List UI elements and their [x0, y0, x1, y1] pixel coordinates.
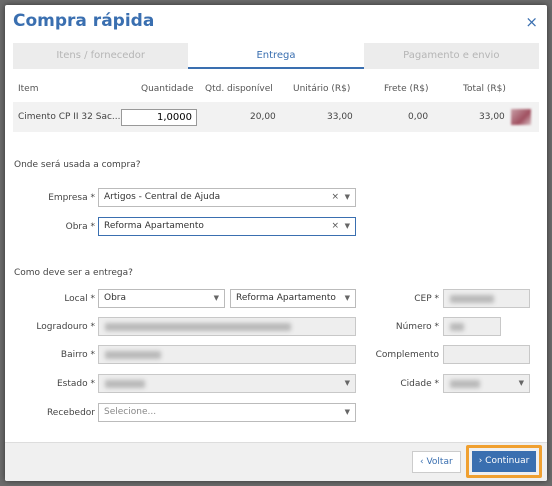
back-button-label: Voltar	[426, 457, 453, 467]
usage-question: Onde será usada a compra?	[14, 160, 141, 170]
redacted-value	[450, 323, 464, 331]
empresa-label: Empresa *	[48, 193, 95, 203]
dialog-title: Compra rápida	[13, 11, 155, 31]
complemento-field	[443, 345, 530, 364]
quick-purchase-dialog: Compra rápida × Itens / fornecedor Entre…	[5, 5, 547, 481]
col-item: Item	[18, 84, 39, 94]
clear-icon[interactable]: ×	[331, 218, 339, 235]
local-value: Obra	[104, 293, 127, 303]
local-select[interactable]: Obra ▼	[98, 289, 225, 308]
local-obra-value: Reforma Apartamento	[236, 293, 336, 303]
continue-button-label: Continuar	[485, 456, 530, 466]
numero-label: Número *	[395, 322, 439, 332]
back-button[interactable]: ‹ Voltar	[412, 451, 461, 473]
cep-label: CEP *	[414, 294, 439, 304]
row-unit-price: 33,00	[327, 112, 353, 122]
col-quantidade: Quantidade	[141, 84, 194, 94]
col-disponivel: Qtd. disponível	[205, 84, 273, 94]
obra-value: Reforma Apartamento	[104, 221, 204, 231]
empresa-select[interactable]: Artigos - Central de Ajuda × ▼	[98, 188, 356, 207]
recebedor-select[interactable]: Selecione... ▼	[98, 403, 356, 422]
redacted-value	[450, 380, 480, 388]
recebedor-placeholder: Selecione...	[104, 407, 157, 417]
tab-items-supplier[interactable]: Itens / fornecedor	[13, 43, 189, 69]
numero-field	[443, 317, 501, 336]
tab-bar: Itens / fornecedor Entrega Pagamento e e…	[13, 43, 539, 69]
product-thumbnail	[511, 109, 531, 125]
quantity-input[interactable]	[121, 109, 197, 126]
chevron-down-icon[interactable]: ▼	[345, 189, 350, 206]
local-obra-select[interactable]: Reforma Apartamento ▼	[230, 289, 356, 308]
tab-payment-shipping[interactable]: Pagamento e envio	[363, 43, 539, 69]
row-item-name: Cimento CP II 32 Sac...	[18, 112, 121, 122]
chevron-down-icon[interactable]: ▼	[345, 218, 350, 235]
continue-button[interactable]: › Continuar	[472, 451, 536, 472]
cidade-select: ▼	[443, 374, 530, 393]
empresa-value: Artigos - Central de Ajuda	[104, 192, 221, 202]
local-label: Local *	[64, 294, 95, 304]
row-freight: 0,00	[408, 112, 429, 122]
continue-button-highlight: › Continuar	[466, 445, 542, 478]
row-total: 33,00	[479, 112, 505, 122]
clear-icon[interactable]: ×	[331, 189, 339, 206]
chevron-down-icon: ▼	[344, 379, 350, 387]
cep-field	[443, 289, 530, 308]
dialog-footer: ‹ Voltar › Continuar	[5, 442, 547, 481]
chevron-down-icon[interactable]: ▼	[345, 290, 350, 307]
bairro-label: Bairro *	[60, 350, 95, 360]
obra-select[interactable]: Reforma Apartamento × ▼	[98, 217, 356, 236]
estado-label: Estado *	[57, 379, 95, 389]
complemento-label: Complemento	[375, 350, 439, 360]
recebedor-label: Recebedor	[46, 408, 95, 418]
chevron-down-icon[interactable]: ▼	[214, 290, 219, 307]
cidade-label: Cidade *	[400, 379, 439, 389]
bairro-field	[98, 345, 356, 364]
row-available: 20,00	[250, 112, 276, 122]
col-unitario: Unitário (R$)	[293, 84, 351, 94]
estado-select: ▼	[98, 374, 356, 393]
redacted-value	[105, 351, 161, 359]
delivery-question: Como deve ser a entrega?	[14, 268, 133, 278]
tab-delivery[interactable]: Entrega	[188, 43, 364, 69]
col-total: Total (R$)	[463, 84, 506, 94]
obra-label: Obra *	[65, 222, 95, 232]
redacted-value	[105, 323, 291, 331]
chevron-down-icon[interactable]: ▼	[345, 404, 350, 421]
redacted-value	[450, 295, 494, 303]
logradouro-label: Logradouro *	[36, 322, 95, 332]
logradouro-field	[98, 317, 356, 336]
close-icon[interactable]: ×	[525, 13, 538, 31]
chevron-down-icon: ▼	[518, 379, 524, 387]
redacted-value	[105, 380, 145, 388]
col-frete: Frete (R$)	[384, 84, 429, 94]
